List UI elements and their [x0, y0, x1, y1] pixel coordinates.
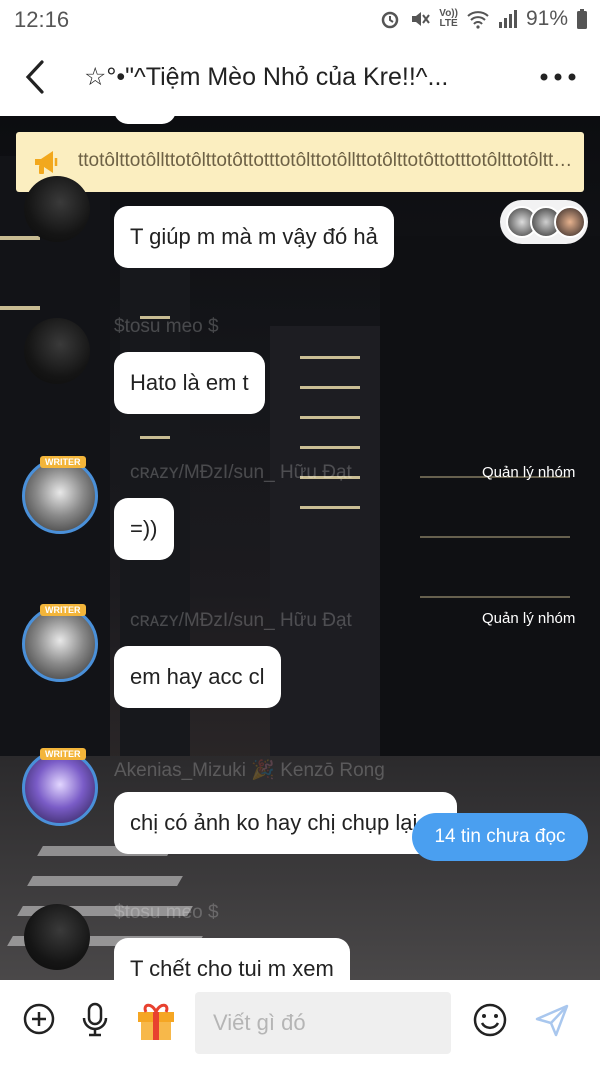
- role-tag: Quản lý nhóm: [482, 610, 576, 627]
- online-viewers[interactable]: [500, 200, 588, 244]
- signal-icon: [498, 10, 517, 28]
- writer-badge: WRITER: [40, 604, 86, 616]
- role-tag: Quản lý nhóm: [482, 464, 576, 481]
- sender-name: ᴄʀᴀᴢʏ/MĐzI/sun_ Hữu Đạt: [130, 462, 352, 483]
- message-bubble[interactable]: [114, 116, 176, 124]
- pinned-announcement[interactable]: ttotôlttotôllttotôlttotôttotttotôlttotôl…: [16, 132, 584, 192]
- volte-icon: Vo)) LTE: [439, 8, 458, 29]
- unread-messages-button[interactable]: 14 tin chưa đọc: [412, 813, 588, 861]
- microphone-icon[interactable]: [80, 1002, 110, 1038]
- battery-icon: [577, 9, 587, 29]
- sender-name: Akenias_Mizuki 🎉 Kenzō Rong: [114, 760, 385, 781]
- message-input[interactable]: [195, 992, 451, 1054]
- plus-circle-icon[interactable]: [22, 1002, 56, 1036]
- message-bubble[interactable]: chị có ảnh ko hay chị chụp lại đi: [114, 792, 457, 854]
- status-icons: Vo)) LTE 91%: [379, 7, 588, 31]
- back-arrow-icon: [25, 60, 44, 94]
- user-avatar[interactable]: [24, 904, 90, 970]
- message-bubble[interactable]: T giúp m mà m vậy đó hả: [114, 206, 394, 268]
- status-time: 12:16: [14, 7, 70, 32]
- send-icon[interactable]: [534, 1002, 570, 1038]
- writer-avatar[interactable]: [22, 750, 98, 826]
- writer-avatar[interactable]: [22, 606, 98, 682]
- more-options-button[interactable]: [538, 62, 578, 92]
- wifi-icon: [467, 11, 489, 29]
- announcement-text: ttotôlttotôllttotôlttotôttotttotôlttotôl…: [78, 150, 578, 171]
- chat-title[interactable]: ☆°•"^Tiệm Mèo Nhỏ của Kre!!^...: [84, 62, 524, 92]
- message-bubble[interactable]: T chết cho tui m xem: [114, 938, 350, 980]
- sender-name: $tosu meo $: [114, 316, 219, 337]
- message-bubble[interactable]: em hay acc cl: [114, 646, 281, 708]
- message-bubble[interactable]: =)): [114, 498, 174, 560]
- user-avatar[interactable]: [24, 176, 90, 242]
- writer-badge: WRITER: [40, 748, 86, 760]
- sender-name: ᴄʀᴀᴢʏ/MĐzI/sun_ Hữu Đạt: [130, 610, 352, 631]
- status-bar: 12:16 Vo)) LTE 91%: [0, 0, 600, 40]
- alarm-icon: [382, 11, 399, 29]
- megaphone-icon: [35, 151, 58, 174]
- back-button[interactable]: [20, 58, 56, 98]
- mute-icon: [412, 12, 431, 26]
- smiley-icon[interactable]: [472, 1002, 508, 1038]
- gift-icon[interactable]: [134, 998, 178, 1042]
- more-dots-icon: [540, 73, 576, 81]
- message-input-bar: [0, 980, 600, 1067]
- user-avatar[interactable]: [24, 318, 90, 384]
- message-bubble[interactable]: Hato là em t: [114, 352, 265, 414]
- chat-header: ☆°•"^Tiệm Mèo Nhỏ của Kre!!^...: [0, 40, 600, 116]
- battery-percent: 91%: [525, 7, 568, 30]
- viewer-avatar: [554, 206, 586, 238]
- sender-name: $tosu meo $: [114, 902, 219, 923]
- writer-badge: WRITER: [40, 456, 86, 468]
- chat-area[interactable]: ttotôlttotôllttotôlttotôttotttotôlttotôl…: [0, 116, 600, 980]
- writer-avatar[interactable]: [22, 458, 98, 534]
